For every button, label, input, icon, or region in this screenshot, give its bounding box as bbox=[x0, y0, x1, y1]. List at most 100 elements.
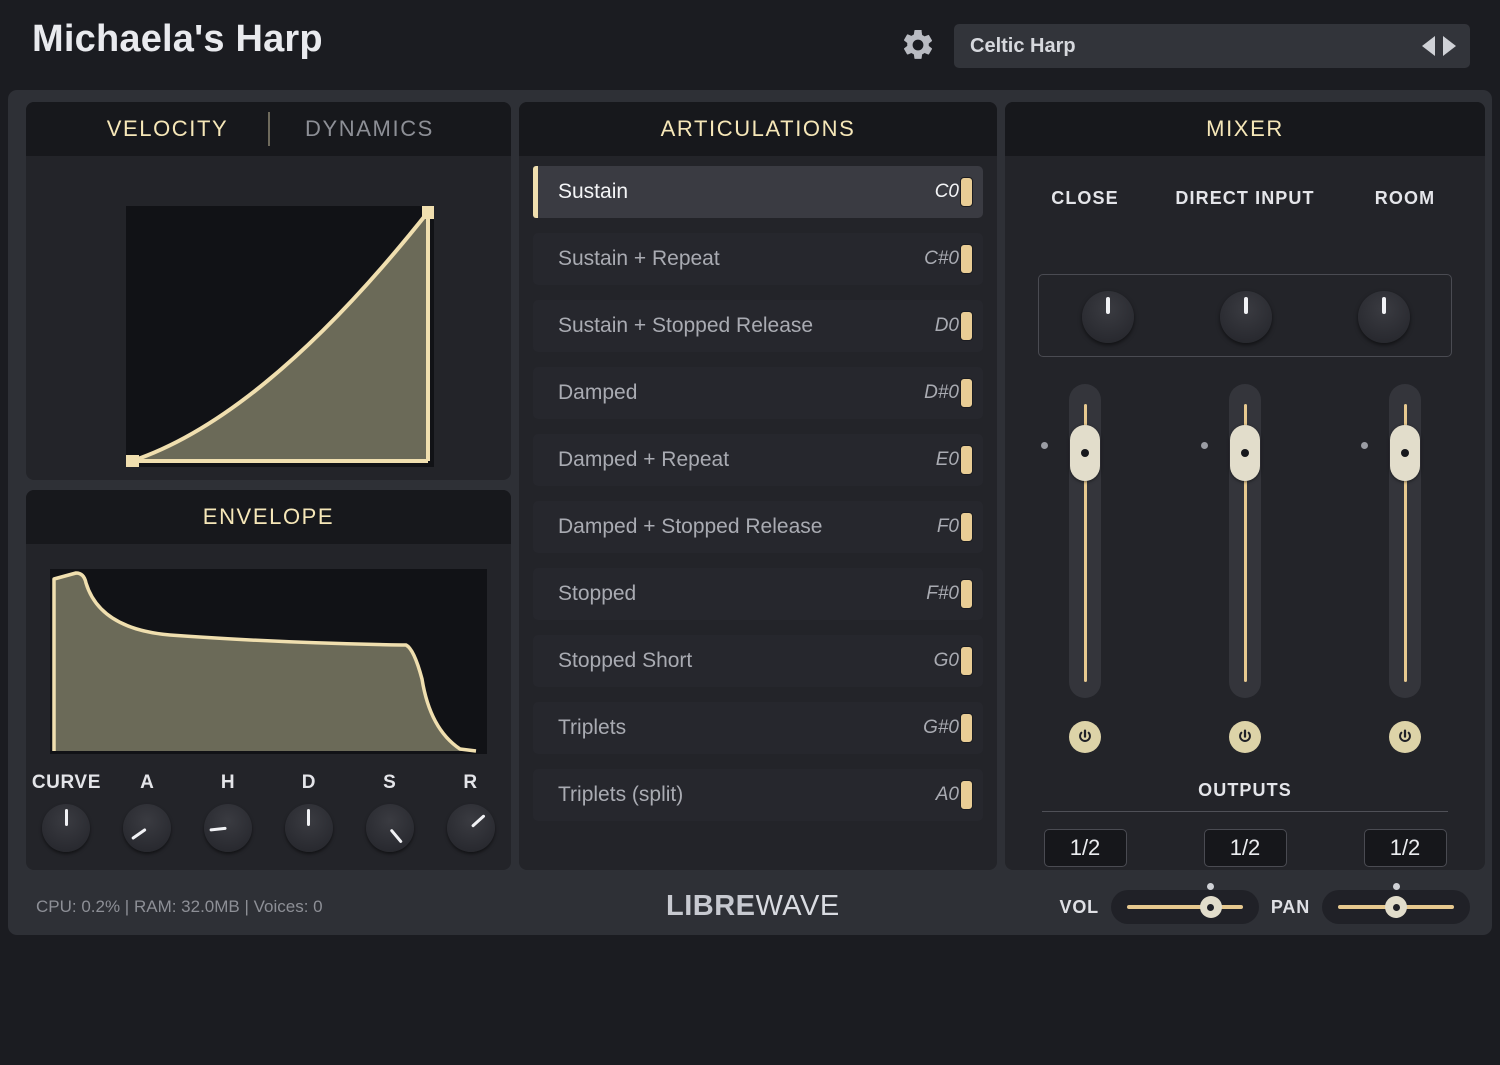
preset-selector[interactable]: Celtic Harp bbox=[954, 24, 1470, 68]
power-button-close[interactable] bbox=[1069, 721, 1101, 753]
power-button-room[interactable] bbox=[1389, 721, 1421, 753]
brand-logo-light: WAVE bbox=[755, 890, 840, 922]
articulation-level-chip[interactable] bbox=[960, 780, 973, 810]
knob-hold-dial[interactable] bbox=[204, 804, 253, 852]
knob-release[interactable]: R bbox=[434, 772, 508, 852]
knob-hold[interactable]: H bbox=[191, 772, 265, 852]
velocity-tabs: VELOCITY DYNAMICS bbox=[26, 102, 511, 156]
knob-decay[interactable]: D bbox=[272, 772, 346, 852]
power-cell-close bbox=[1005, 721, 1165, 753]
articulation-level-chip[interactable] bbox=[960, 713, 973, 743]
articulation-row[interactable]: Damped D#0 bbox=[533, 367, 983, 419]
power-button-direct-input[interactable] bbox=[1229, 721, 1261, 753]
articulation-level-chip[interactable] bbox=[960, 311, 973, 341]
fader-track-room[interactable] bbox=[1389, 384, 1421, 698]
articulation-level-chip[interactable] bbox=[960, 177, 973, 207]
pan-knob-direct-input[interactable] bbox=[1220, 290, 1272, 343]
articulation-name: Damped bbox=[558, 381, 638, 404]
output-button-direct-input[interactable]: 1/2 bbox=[1203, 829, 1287, 867]
fader-marker-close bbox=[1041, 442, 1048, 449]
pan-cell-direct-input bbox=[1177, 275, 1315, 358]
output-cell-direct-input: 1/2 bbox=[1165, 829, 1325, 867]
knob-sustain-dial[interactable] bbox=[365, 804, 414, 852]
articulation-level-chip[interactable] bbox=[960, 646, 973, 676]
articulation-name: Damped + Stopped Release bbox=[558, 515, 823, 538]
knob-decay-dial[interactable] bbox=[284, 804, 333, 852]
articulation-row[interactable]: Damped + Repeat E0 bbox=[533, 434, 983, 486]
knob-decay-label: D bbox=[301, 772, 317, 793]
articulation-level-chip[interactable] bbox=[960, 378, 973, 408]
articulation-keyswitch: G0 bbox=[933, 650, 959, 671]
articulation-level-chip[interactable] bbox=[960, 512, 973, 542]
outputs-label: OUTPUTS bbox=[1198, 780, 1292, 800]
status-bar: CPU: 0.2% | RAM: 32.0MB | Voices: 0 LIBR… bbox=[8, 880, 1492, 935]
power-icon bbox=[1399, 729, 1411, 742]
articulation-row[interactable]: Sustain + Stopped Release D0 bbox=[533, 300, 983, 352]
outputs-divider bbox=[1042, 811, 1448, 812]
fader-track-direct-input[interactable] bbox=[1229, 384, 1261, 698]
articulation-level-chip[interactable] bbox=[960, 445, 973, 475]
pan-thumb[interactable] bbox=[1385, 896, 1407, 918]
vol-thumb[interactable] bbox=[1199, 896, 1222, 918]
pan-knob-room[interactable] bbox=[1358, 290, 1410, 343]
envelope-panel: ENVELOPE CURVE A H D S R bbox=[26, 490, 511, 870]
knob-sustain-label: S bbox=[383, 772, 397, 793]
fader-cell-room bbox=[1325, 384, 1485, 698]
knob-curve-dial[interactable] bbox=[42, 804, 91, 852]
articulation-level-chip[interactable] bbox=[960, 579, 973, 609]
main-body: VELOCITY DYNAMICS ENVELOPE CURVE A H D S… bbox=[8, 90, 1492, 935]
vol-slider[interactable] bbox=[1110, 883, 1259, 924]
status-text: CPU: 0.2% | RAM: 32.0MB | Voices: 0 bbox=[36, 897, 323, 916]
knob-attack[interactable]: A bbox=[110, 772, 184, 852]
articulation-row[interactable]: Sustain + Repeat C#0 bbox=[533, 233, 983, 285]
power-icon bbox=[1079, 729, 1091, 742]
tab-velocity[interactable]: VELOCITY bbox=[68, 116, 268, 142]
articulation-keyswitch: A0 bbox=[935, 784, 959, 805]
articulation-row[interactable]: Damped + Stopped Release F0 bbox=[533, 501, 983, 553]
articulation-row[interactable]: Sustain C0 bbox=[533, 166, 983, 218]
knob-attack-dial[interactable] bbox=[123, 804, 172, 852]
mixer-header: MIXER bbox=[1005, 102, 1485, 156]
fader-thumb-close[interactable] bbox=[1070, 425, 1100, 481]
articulation-keyswitch: D0 bbox=[934, 315, 959, 336]
knob-curve[interactable]: CURVE bbox=[29, 772, 103, 852]
envelope-curve-plot[interactable] bbox=[50, 569, 487, 754]
knob-release-dial[interactable] bbox=[446, 804, 495, 852]
channel-label-close: CLOSE bbox=[1051, 188, 1119, 208]
velocity-curve-plot[interactable] bbox=[126, 206, 435, 468]
tab-dynamics[interactable]: DYNAMICS bbox=[270, 116, 470, 142]
page-title: Michaela's Harp bbox=[32, 18, 323, 60]
output-button-room[interactable]: 1/2 bbox=[1363, 829, 1447, 867]
articulation-level-chip[interactable] bbox=[960, 244, 973, 274]
articulations-title: ARTICULATIONS bbox=[660, 116, 856, 141]
knob-attack-label: A bbox=[140, 772, 155, 793]
mixer-channel-labels: CLOSE DIRECT INPUT ROOM bbox=[1005, 188, 1485, 209]
gear-icon[interactable] bbox=[900, 27, 936, 63]
output-cell-room: 1/2 bbox=[1325, 829, 1485, 867]
vol-label: VOL bbox=[1059, 896, 1099, 917]
fader-thumb-room[interactable] bbox=[1390, 425, 1420, 481]
velocity-handle-end[interactable] bbox=[422, 206, 435, 219]
preset-next-button[interactable] bbox=[1443, 36, 1456, 56]
articulation-keyswitch: G#0 bbox=[923, 717, 959, 738]
fader-track-close[interactable] bbox=[1069, 384, 1101, 698]
preset-prev-button[interactable] bbox=[1422, 36, 1435, 56]
fader-group bbox=[1005, 384, 1485, 698]
fader-marker-room bbox=[1361, 442, 1368, 449]
velocity-handle-start[interactable] bbox=[126, 455, 139, 468]
output-cell-close: 1/2 bbox=[1005, 829, 1165, 867]
power-button-row bbox=[1005, 721, 1485, 753]
articulation-keyswitch: F0 bbox=[936, 516, 959, 537]
knob-sustain[interactable]: S bbox=[353, 772, 427, 852]
pan-knob-close[interactable] bbox=[1082, 290, 1134, 343]
power-icon bbox=[1239, 729, 1251, 742]
preset-name: Celtic Harp bbox=[970, 34, 1076, 57]
velocity-curve-fill bbox=[132, 212, 428, 461]
articulation-row[interactable]: Stopped F#0 bbox=[533, 568, 983, 620]
articulation-row[interactable]: Stopped Short G0 bbox=[533, 635, 983, 687]
pan-slider[interactable] bbox=[1322, 883, 1470, 924]
articulation-row[interactable]: Triplets (split) A0 bbox=[533, 769, 983, 821]
articulation-row[interactable]: Triplets G#0 bbox=[533, 702, 983, 754]
output-button-close[interactable]: 1/2 bbox=[1043, 829, 1127, 867]
fader-thumb-direct-input[interactable] bbox=[1230, 425, 1260, 481]
